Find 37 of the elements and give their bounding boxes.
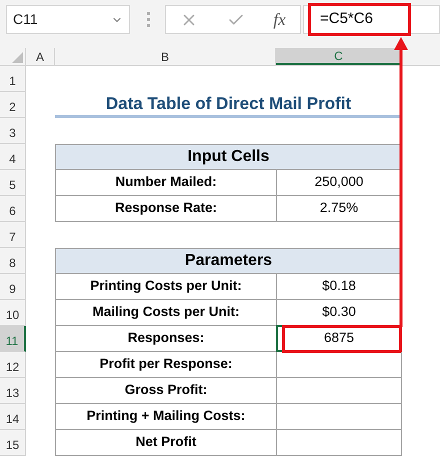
row-header[interactable]: 13: [0, 378, 26, 404]
row-header[interactable]: 14: [0, 404, 26, 430]
row-header[interactable]: 8: [0, 248, 26, 274]
value-cell: 6875: [276, 326, 402, 352]
column-header[interactable]: A: [26, 48, 55, 65]
row-header[interactable]: 5: [0, 170, 26, 196]
value-cell: 2.75%: [276, 196, 402, 222]
formula-input[interactable]: =C5*C6: [303, 5, 440, 34]
section-header: Parameters: [55, 248, 402, 274]
row-header[interactable]: 15: [0, 430, 26, 456]
row-header[interactable]: 6: [0, 196, 26, 222]
row-header[interactable]: 1: [0, 66, 26, 92]
row-header[interactable]: 9: [0, 274, 26, 300]
label-cell: Gross Profit:: [55, 378, 276, 404]
sheet-title: Data Table of Direct Mail Profit: [55, 92, 402, 118]
column-header[interactable]: C: [276, 48, 402, 65]
row-header[interactable]: 7: [0, 222, 26, 248]
value-cell: $0.18: [276, 274, 402, 300]
label-cell: Responses:: [55, 326, 276, 352]
row-header[interactable]: 3: [0, 118, 26, 144]
label-cell: Response Rate:: [55, 196, 276, 222]
section-header: Input Cells: [55, 144, 402, 170]
label-cell: Printing Costs per Unit:: [55, 274, 276, 300]
row-header[interactable]: 12: [0, 352, 26, 378]
insert-function-button[interactable]: fx: [273, 6, 286, 32]
label-cell: Profit per Response:: [55, 352, 276, 378]
label-cell: Printing + Mailing Costs:: [55, 404, 276, 430]
grip-icon: [147, 12, 150, 27]
row-header[interactable]: 10: [0, 300, 26, 326]
label-cell: Number Mailed:: [55, 170, 276, 196]
row-header[interactable]: 11: [0, 326, 26, 352]
value-cell: 250,000: [276, 170, 402, 196]
name-box[interactable]: C11: [6, 5, 130, 34]
label-cell: Mailing Costs per Unit:: [55, 300, 276, 326]
label-cell: Net Profit: [55, 430, 276, 456]
row-header[interactable]: 4: [0, 144, 26, 170]
row-header[interactable]: 2: [0, 92, 26, 118]
